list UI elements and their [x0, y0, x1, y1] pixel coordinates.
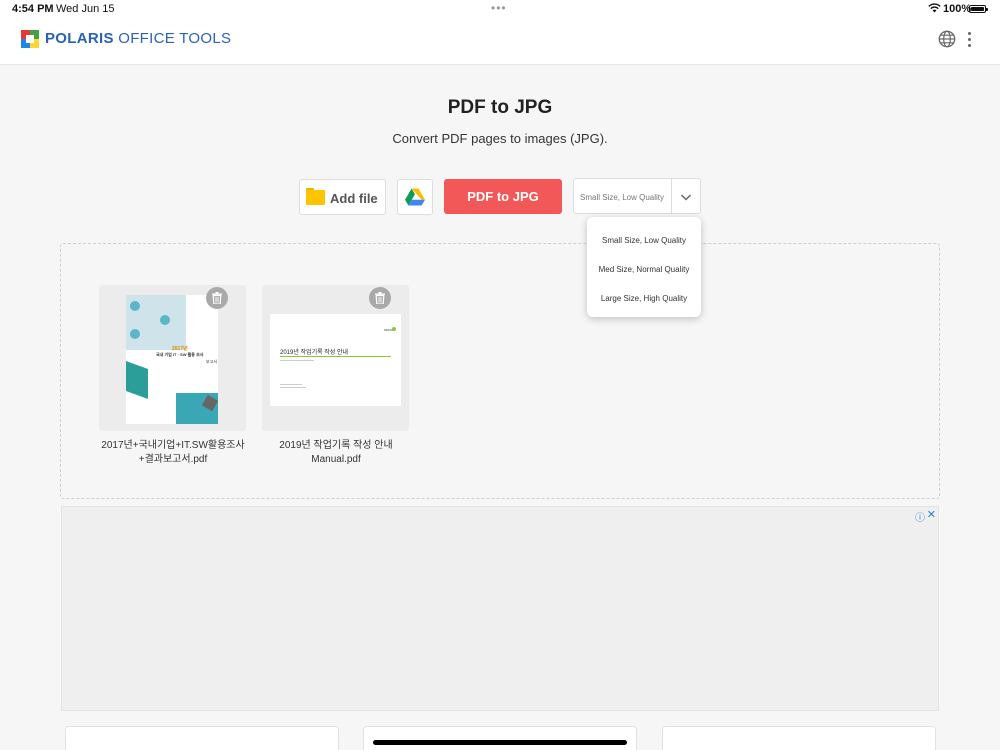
- quality-dropdown-menu: Small Size, Low Quality Med Size, Normal…: [587, 217, 701, 317]
- tool-card[interactable]: [363, 726, 637, 750]
- status-time: 4:54 PM: [12, 3, 54, 15]
- trash-icon: [212, 292, 222, 304]
- tool-card[interactable]: [65, 726, 339, 750]
- google-drive-button[interactable]: [397, 179, 433, 215]
- home-indicator[interactable]: [373, 740, 627, 745]
- delete-file-button[interactable]: [206, 287, 228, 309]
- convert-button[interactable]: PDF to JPG: [444, 179, 562, 214]
- polaris-logo-icon[interactable]: [21, 30, 39, 48]
- select-divider: [671, 179, 672, 213]
- file-name: 2019년 작업기록 작성 안내 Manual.pdf: [279, 440, 393, 465]
- trash-icon: [375, 292, 385, 304]
- quality-select[interactable]: Small Size, Low Quality: [573, 178, 701, 214]
- file-card[interactable]: 2017년 국내 기업 IT · SW 활용 조사 보고서: [99, 285, 246, 431]
- globe-icon[interactable]: [938, 30, 956, 48]
- chevron-down-icon[interactable]: [680, 191, 692, 203]
- file-thumbnail: 2017년 국내 기업 IT · SW 활용 조사 보고서: [126, 295, 218, 424]
- folder-icon: [306, 188, 325, 205]
- file-name: 2017년+국내기업+IT.SW활용조사 +결과보고서.pdf: [101, 440, 245, 465]
- tool-card[interactable]: [662, 726, 936, 750]
- status-date: Wed Jun 15: [56, 3, 115, 15]
- status-bar: 4:54 PM Wed Jun 15 ••• 100%: [0, 0, 1000, 20]
- google-drive-icon: [405, 188, 425, 206]
- info-icon[interactable]: ⓘ: [915, 509, 925, 524]
- file-thumbnail: SECOM 2019년 작업기록 작성 안내: [270, 314, 401, 406]
- delete-file-button[interactable]: [369, 287, 391, 309]
- ad-banner[interactable]: ⓘ ✕: [61, 506, 939, 711]
- quality-select-value: Small Size, Low Quality: [580, 193, 665, 202]
- more-vertical-icon[interactable]: [964, 29, 976, 49]
- multitasking-dots-icon[interactable]: •••: [491, 1, 507, 15]
- wifi-icon: [928, 3, 941, 13]
- quality-option-large[interactable]: Large Size, High Quality: [587, 294, 701, 303]
- add-file-label: Add file: [330, 191, 378, 206]
- quality-option-small[interactable]: Small Size, Low Quality: [587, 236, 701, 245]
- battery-icon: [969, 5, 988, 13]
- page-subtitle: Convert PDF pages to images (JPG).: [392, 131, 608, 146]
- battery-percentage: 100%: [943, 3, 972, 15]
- quality-option-medium[interactable]: Med Size, Normal Quality: [587, 265, 701, 274]
- add-file-button[interactable]: Add file: [299, 179, 386, 215]
- close-icon[interactable]: ✕: [927, 508, 936, 521]
- file-card[interactable]: SECOM 2019년 작업기록 작성 안내: [262, 285, 409, 431]
- page-title: PDF to JPG: [447, 97, 553, 118]
- app-header: POLARIS OFFICE TOOLS: [0, 20, 1000, 65]
- brand-name[interactable]: POLARIS OFFICE TOOLS: [45, 30, 231, 47]
